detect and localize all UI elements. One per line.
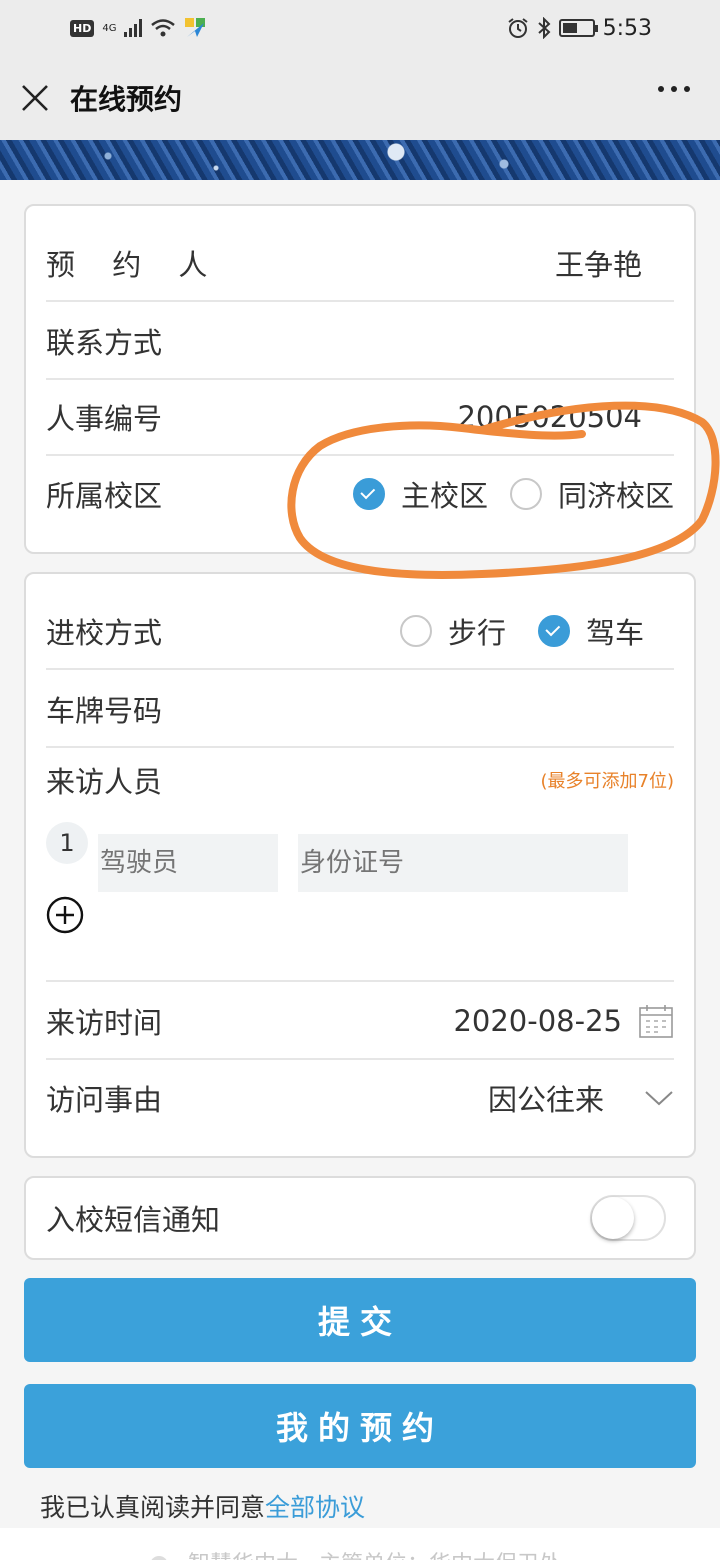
visit-time-label: 来访时间: [46, 1006, 163, 1040]
entry-method-row: 进校方式 步行 驾车: [46, 594, 674, 670]
entry-option-drive[interactable]: 驾车: [537, 610, 644, 652]
entry-option-walk[interactable]: 步行: [399, 610, 506, 652]
sms-notify-row: 入校短信通知: [46, 1180, 666, 1256]
driver-name-input[interactable]: [98, 834, 278, 892]
id-number-input[interactable]: [298, 834, 628, 892]
header-banner-image: [0, 140, 720, 180]
status-right: 5:53: [507, 16, 652, 41]
visit-info-card: 进校方式 步行 驾车 车牌号码 来访人员 (最多可添加7位) 1 来访时间 20…: [24, 572, 696, 1158]
campus-option-label: 主校区: [400, 479, 488, 513]
visit-time-row[interactable]: 来访时间 2020-08-25: [46, 984, 674, 1060]
campus-row: 所属校区 主校区 同济校区: [46, 456, 674, 532]
booker-row: 预 约 人 王争艳: [46, 226, 674, 302]
chevron-down-icon[interactable]: [644, 1089, 674, 1107]
campus-radio-group: 主校区 同济校区: [352, 473, 674, 515]
clock: 5:53: [602, 15, 652, 41]
visitors-label: 来访人员: [46, 765, 163, 799]
battery-icon: [558, 19, 598, 37]
radio-checked-icon[interactable]: [537, 615, 570, 647]
agreement-text: 我已认真阅读并同意全部协议: [40, 1488, 365, 1524]
entry-method-label: 进校方式: [46, 616, 163, 650]
close-icon: [22, 85, 48, 111]
footer: 智慧华中大 · 主管单位：华中大保卫处: [0, 1528, 720, 1560]
staff-id-value: 2005020504: [457, 400, 642, 434]
campus-option-label: 同济校区: [557, 479, 674, 513]
radio-unchecked-icon[interactable]: [509, 478, 542, 510]
add-visitor-icon[interactable]: [46, 896, 84, 934]
title-bar: 在线预约: [0, 56, 720, 140]
sms-notify-card: 入校短信通知: [24, 1176, 696, 1260]
calendar-icon[interactable]: [638, 1003, 674, 1039]
app-notification-icon: [185, 18, 206, 37]
visitor-index-badge: 1: [46, 822, 88, 864]
more-dots-icon: [658, 86, 664, 92]
footer-logo-icon: [150, 1556, 168, 1560]
entry-option-label: 步行: [447, 616, 506, 650]
alarm-icon: [507, 18, 528, 38]
network-type: 4G: [102, 22, 117, 34]
staff-id-label: 人事编号: [46, 402, 163, 436]
campus-option-tongji[interactable]: 同济校区: [509, 473, 674, 515]
visit-reason-value[interactable]: 因公往来: [488, 1077, 604, 1119]
contact-label: 联系方式: [46, 326, 163, 360]
submit-button[interactable]: 提交: [24, 1278, 696, 1362]
status-bar: HD 4G 5:53: [0, 0, 720, 56]
plate-row[interactable]: 车牌号码: [46, 672, 674, 748]
radio-checked-icon[interactable]: [352, 478, 385, 510]
toggle-knob: [592, 1197, 634, 1239]
wifi-icon: [151, 19, 176, 37]
entry-option-label: 驾车: [585, 616, 644, 650]
visitor-list: 1: [46, 812, 674, 982]
sms-notify-label: 入校短信通知: [46, 1203, 221, 1237]
visitors-limit-hint: (最多可添加7位): [540, 771, 675, 792]
campus-option-main[interactable]: 主校区: [352, 473, 488, 515]
visitors-header-row: 来访人员 (最多可添加7位): [46, 748, 674, 812]
agreement-label: 我已认真阅读并同意: [40, 1493, 266, 1522]
status-left: HD 4G: [70, 17, 206, 39]
page-title: 在线预约: [70, 83, 183, 116]
visit-reason-label: 访问事由: [46, 1083, 163, 1117]
visit-time-value[interactable]: 2020-08-25: [453, 1004, 622, 1038]
staff-id-row: 人事编号 2005020504: [46, 380, 674, 456]
radio-unchecked-icon[interactable]: [399, 615, 432, 647]
visit-reason-row[interactable]: 访问事由 因公往来: [46, 1060, 674, 1136]
more-options-button[interactable]: [658, 86, 690, 92]
my-bookings-button[interactable]: 我的预约: [24, 1384, 696, 1468]
booker-info-card: 预 约 人 王争艳 联系方式 人事编号 2005020504 所属校区 主校区 …: [24, 204, 696, 554]
agreement-link[interactable]: 全部协议: [265, 1493, 365, 1522]
hd-badge: HD: [70, 19, 95, 37]
booker-value: 王争艳: [554, 248, 642, 282]
sms-notify-toggle[interactable]: [590, 1195, 666, 1241]
footer-text: 智慧华中大 · 主管单位：华中大保卫处: [188, 1552, 561, 1560]
contact-row[interactable]: 联系方式: [46, 304, 674, 380]
signal-icon: [124, 19, 143, 37]
entry-method-radio-group: 步行 驾车: [399, 610, 644, 652]
campus-label: 所属校区: [46, 479, 163, 513]
close-button[interactable]: [0, 56, 70, 140]
bluetooth-icon: [537, 17, 551, 39]
plate-label: 车牌号码: [46, 694, 163, 728]
booker-label: 预 约 人: [46, 248, 222, 282]
